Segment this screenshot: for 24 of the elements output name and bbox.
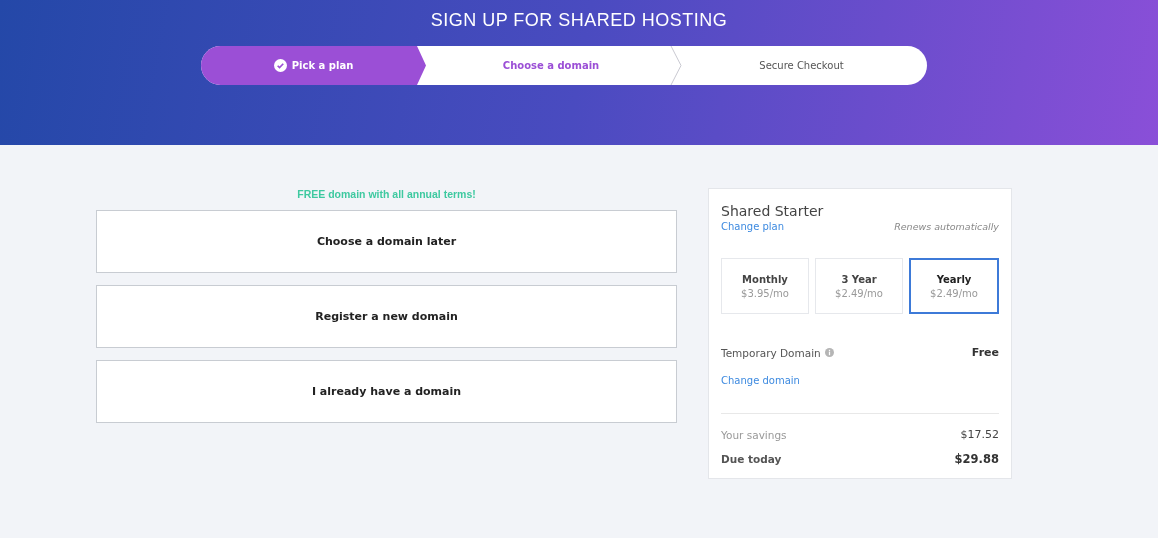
step: Choose a domain xyxy=(426,46,676,85)
step: Pick a plan xyxy=(201,46,426,85)
due-label: Due today xyxy=(721,453,782,465)
promo-text: FREE domain with all annual terms! xyxy=(296,188,477,200)
domain-label: Temporary Domain xyxy=(721,346,821,359)
change-plan-link[interactable]: Change plan xyxy=(721,221,785,232)
savings-amount: $17.52 xyxy=(960,428,999,441)
term-option[interactable]: Yearly $2.49/mo xyxy=(909,258,999,314)
due-amount: $29.88 xyxy=(954,452,999,466)
renew-note: Renews automatically xyxy=(894,221,999,232)
domain-option[interactable]: Choose a domain later xyxy=(96,210,677,273)
term-option[interactable]: Monthly $3.95/mo xyxy=(721,258,809,314)
page-title: SIGN UP FOR SHARED HOSTING xyxy=(430,10,728,31)
change-domain-link[interactable]: Change domain xyxy=(721,375,800,386)
domain-option[interactable]: Register a new domain xyxy=(96,285,677,348)
plan-name: Shared Starter xyxy=(721,203,825,219)
step: Secure Checkout xyxy=(676,46,927,85)
chevron-divider xyxy=(670,46,682,85)
domain-price: Free xyxy=(971,346,999,359)
info-icon xyxy=(824,348,834,357)
term-option[interactable]: 3 Year $2.49/mo xyxy=(815,258,903,314)
savings-label: Your savings xyxy=(721,428,787,441)
check-icon xyxy=(273,59,287,72)
domain-option[interactable]: I already have a domain xyxy=(96,360,677,423)
